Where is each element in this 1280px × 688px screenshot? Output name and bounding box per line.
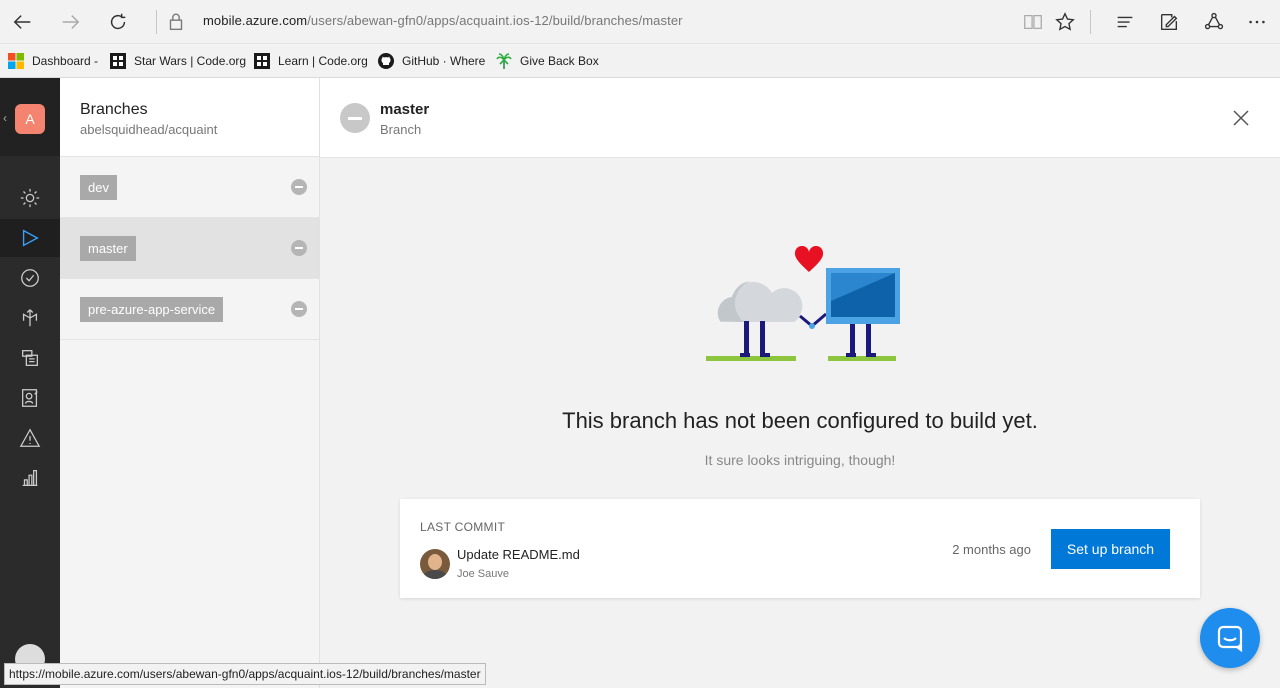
branch-detail: master Branch This branch has not been c <box>320 78 1280 688</box>
favorite-dashboard[interactable]: Dashboard - <box>8 53 98 69</box>
nav-build[interactable] <box>0 219 60 257</box>
cloud-computer-illustration <box>706 246 900 361</box>
distribute-icon <box>22 309 38 327</box>
favorite-label: Dashboard - <box>32 54 99 68</box>
branch-chip: pre-azure-app-service <box>80 297 224 322</box>
favorite-label: Give Back Box <box>520 54 599 68</box>
branch-title: master <box>380 101 430 118</box>
toolbar-divider <box>156 10 157 34</box>
commit-message: Update README.md <box>457 547 580 562</box>
app-switcher[interactable]: ‹ A <box>0 78 60 156</box>
favorite-label: Learn | Code.org <box>278 54 368 68</box>
branch-chip: master <box>80 236 136 261</box>
branch-subtitle: Branch <box>380 122 422 137</box>
refresh-icon[interactable] <box>104 8 132 36</box>
nav-warnings[interactable] <box>0 419 60 457</box>
nav-charts[interactable] <box>0 459 60 497</box>
favorite-give-back-box[interactable]: Give Back Box <box>496 53 599 69</box>
windows-logo-icon <box>8 53 24 69</box>
nav-overview[interactable] <box>0 179 60 217</box>
detail-header: master Branch <box>320 78 1280 158</box>
address-bar[interactable]: mobile.azure.com/users/abewan-gfn0/apps/… <box>203 13 683 28</box>
back-icon[interactable] <box>9 8 37 36</box>
status-bar-url: https://mobile.azure.com/users/abewan-gf… <box>4 663 486 685</box>
browser-toolbar: mobile.azure.com/users/abewan-gfn0/apps/… <box>0 0 1280 44</box>
branch-row-master[interactable]: master <box>60 218 319 279</box>
favorite-learn[interactable]: Learn | Code.org <box>254 53 368 69</box>
favorite-github[interactable]: GitHub · Where <box>378 53 485 69</box>
commit-author: Joe Sauve <box>457 568 509 580</box>
play-icon <box>22 229 39 247</box>
reading-view-icon[interactable] <box>1019 8 1047 36</box>
not-configured-icon <box>291 179 307 195</box>
app-avatar[interactable]: A <box>15 104 45 134</box>
nav-analytics[interactable] <box>0 379 60 417</box>
code-org-icon <box>254 53 270 69</box>
chevron-left-icon[interactable]: ‹ <box>3 111 7 125</box>
sun-icon <box>20 188 40 208</box>
empty-state-headline: This branch has not been configured to b… <box>562 408 1038 433</box>
favorite-label: GitHub · Where <box>402 54 486 68</box>
share-icon[interactable] <box>1200 8 1228 36</box>
web-note-icon[interactable] <box>1155 8 1183 36</box>
more-icon[interactable] <box>1243 8 1271 36</box>
chat-icon <box>1217 625 1243 653</box>
bar-chart-icon <box>22 470 38 486</box>
commit-time: 2 months ago <box>952 542 1031 557</box>
repo-name: abelsquidhead/acquaint <box>80 122 218 137</box>
github-icon <box>378 53 394 69</box>
nav-test[interactable] <box>0 259 60 297</box>
favorites-bar: Dashboard - Star Wars | Code.org Learn |… <box>0 44 1280 78</box>
address-host: mobile.azure.com <box>203 13 308 28</box>
not-configured-icon <box>291 301 307 317</box>
close-icon[interactable] <box>1232 109 1250 127</box>
branch-chip: dev <box>80 175 117 200</box>
address-path: /users/abewan-gfn0/apps/acquaint.ios-12/… <box>307 13 683 28</box>
nav-crashes[interactable] <box>0 339 60 377</box>
badge-icon <box>22 389 38 407</box>
warning-icon <box>19 428 41 447</box>
favorite-star-wars[interactable]: Star Wars | Code.org <box>110 53 246 69</box>
not-configured-icon <box>291 240 307 256</box>
app-area: ‹ A Branches abelsquidhead/acquaint dev … <box>0 78 1280 688</box>
branches-header: Branches abelsquidhead/acquaint <box>60 78 319 157</box>
last-commit-label: LAST COMMIT <box>420 520 506 534</box>
branch-row-dev[interactable]: dev <box>60 157 319 218</box>
stack-icon <box>22 350 38 366</box>
hub-icon[interactable] <box>1111 8 1139 36</box>
branch-status-icon <box>340 103 370 133</box>
chat-launcher[interactable] <box>1200 608 1260 668</box>
empty-state-subline: It sure looks intriguing, though! <box>704 452 896 468</box>
code-org-icon <box>110 53 126 69</box>
check-circle-icon <box>21 269 39 287</box>
forward-icon[interactable] <box>56 8 84 36</box>
favorite-star-icon[interactable] <box>1051 8 1079 36</box>
nav-rail: ‹ A <box>0 78 60 688</box>
branch-row-pre-azure-app-service[interactable]: pre-azure-app-service <box>60 279 319 340</box>
toolbar-divider-right <box>1090 10 1091 34</box>
nav-distribute[interactable] <box>0 299 60 337</box>
favorite-label: Star Wars | Code.org <box>134 54 247 68</box>
branches-panel: Branches abelsquidhead/acquaint dev mast… <box>60 78 320 688</box>
author-avatar <box>420 549 450 579</box>
set-up-branch-button[interactable]: Set up branch <box>1051 529 1170 569</box>
palm-tree-icon <box>496 53 512 69</box>
lock-icon <box>162 8 190 36</box>
branches-title: Branches <box>80 101 148 118</box>
last-commit-card: LAST COMMIT Update README.md Joe Sauve 2… <box>400 499 1200 598</box>
